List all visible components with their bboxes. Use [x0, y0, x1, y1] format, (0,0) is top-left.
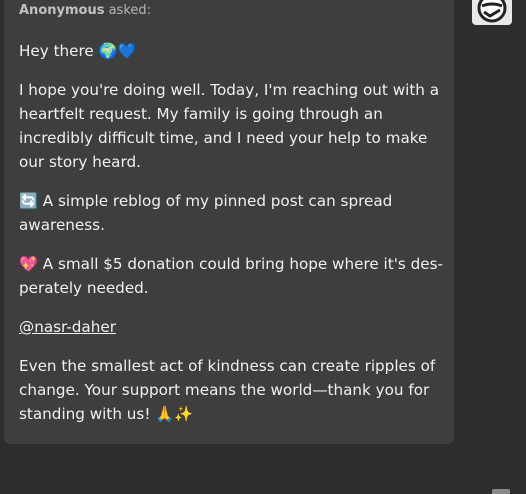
asker-name[interactable]: Anonymous	[19, 3, 104, 18]
ask-card: Anonymous asked: Hey there 🌍💙 I hope you…	[4, 0, 454, 444]
ask-greeting: Hey there 🌍💙	[19, 42, 137, 60]
asked-label: asked:	[104, 3, 152, 18]
asker-avatar-icon[interactable]	[472, 0, 512, 25]
mention-paragraph: @nasr-daher	[19, 315, 444, 339]
ask-paragraph: Even the smallest act of kindness can cr…	[19, 357, 436, 423]
ask-body: Hey there 🌍💙 I hope you're doing well. T…	[19, 39, 444, 426]
post-options-icon[interactable]	[492, 489, 510, 494]
mention-link[interactable]: @nasr-daher	[19, 318, 116, 336]
ask-paragraph: 💖 A small $5 donation could bring hope w…	[19, 255, 444, 297]
ask-paragraph: I hope you're doing well. Today, I'm rea…	[19, 81, 440, 171]
ask-paragraph: 🔄 A simple reblog of my pinned post can …	[19, 192, 393, 234]
asker-line: Anonymous asked:	[19, 2, 151, 20]
